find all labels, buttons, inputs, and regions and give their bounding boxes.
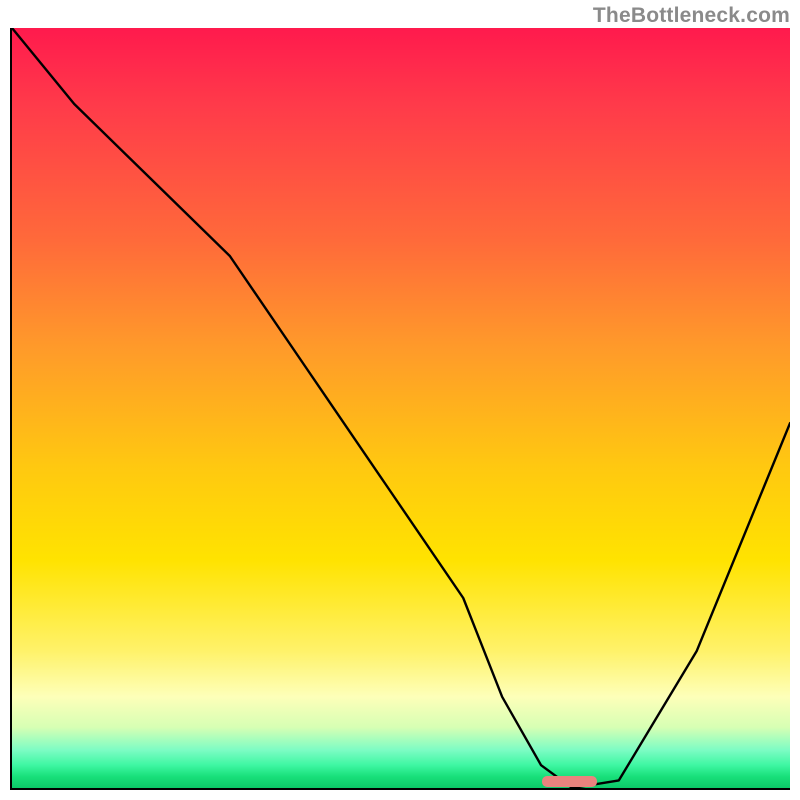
chart-svg xyxy=(12,28,790,788)
bottleneck-curve-line xyxy=(12,28,790,788)
attribution-text: TheBottleneck.com xyxy=(593,4,790,28)
chart-area xyxy=(10,28,790,790)
optimal-range-marker xyxy=(542,776,597,787)
